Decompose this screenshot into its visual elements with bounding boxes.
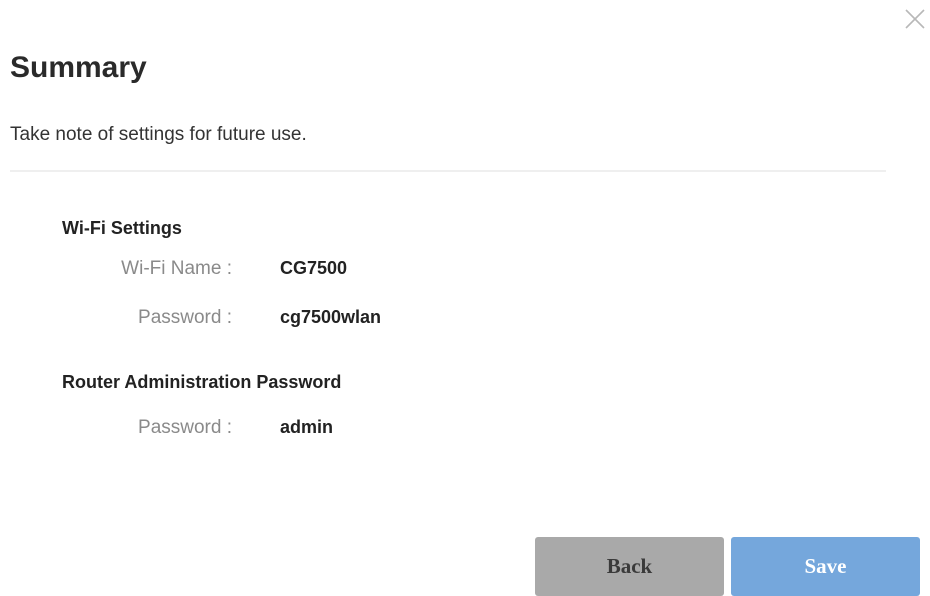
wifi-password-value: cg7500wlan [280,307,382,327]
dialog-subtitle: Take note of settings for future use. [10,124,307,145]
divider [10,170,886,172]
wifi-settings-heading: Wi-Fi Settings [62,218,182,238]
dialog-title: Summary [10,51,147,84]
admin-password-label: Password : [138,417,232,438]
admin-password-value: admin [280,417,334,437]
save-button[interactable]: Save [731,537,920,596]
close-icon [905,9,925,29]
wifi-name-value: CG7500 [280,258,348,278]
router-admin-heading: Router Administration Password [62,372,342,392]
wifi-password-label: Password : [138,307,232,328]
back-button[interactable]: Back [535,537,724,596]
wifi-name-label: Wi-Fi Name : [121,258,232,279]
summary-dialog: Summary Take note of settings for future… [0,0,930,596]
close-button[interactable] [900,4,930,34]
